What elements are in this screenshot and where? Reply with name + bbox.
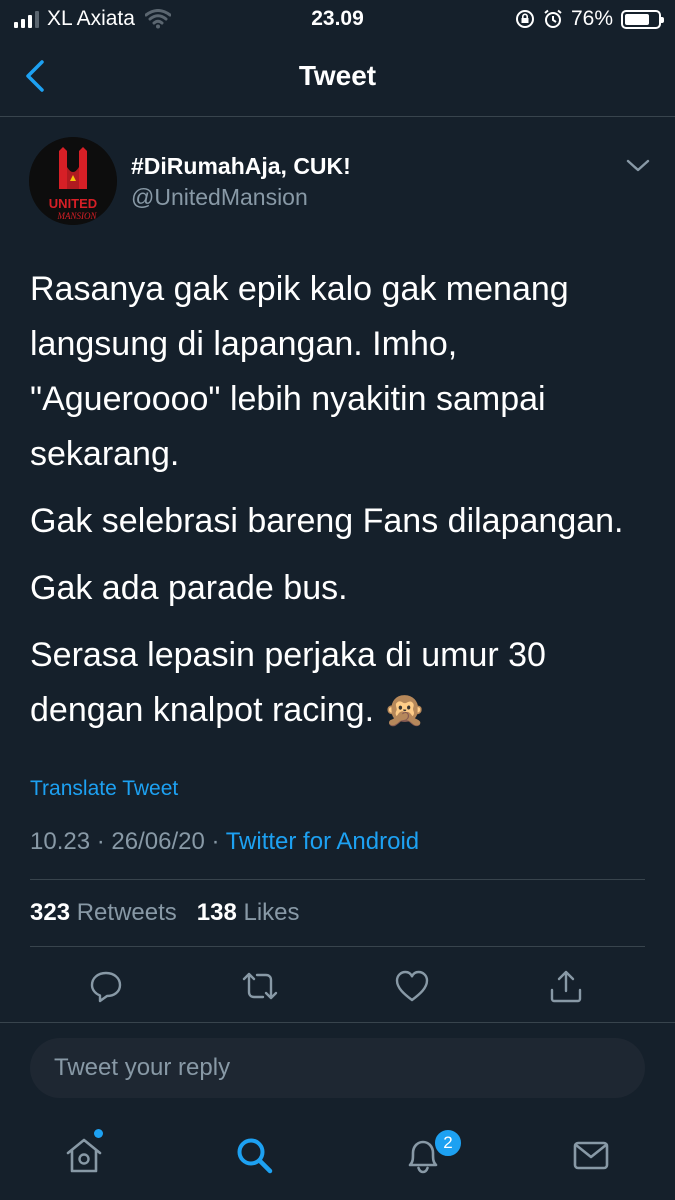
tweet-timestamp: 10.23 · 26/06/20 ·: [30, 828, 226, 855]
retweets-stat[interactable]: 323 Retweets: [30, 899, 177, 926]
author-name[interactable]: #DiRumahAja, CUK!: [131, 153, 351, 180]
tweet-source-link[interactable]: Twitter for Android: [226, 828, 419, 855]
battery-icon: [621, 9, 664, 29]
tab-messages[interactable]: [566, 1130, 616, 1180]
reply-button[interactable]: [82, 962, 130, 1010]
tweet-actions: [0, 962, 675, 1010]
share-button[interactable]: [542, 962, 590, 1010]
logo-text-bottom: MANSION: [57, 211, 98, 221]
retweets-label: Retweets: [76, 899, 177, 926]
tweet-paragraph: Serasa lepasin perjaka di umur 30 dengan…: [30, 636, 546, 729]
retweet-button[interactable]: [236, 962, 284, 1010]
divider: [0, 1022, 675, 1023]
heart-icon: [395, 970, 429, 1002]
rotation-lock-icon: [515, 10, 534, 28]
tweet-stats: 323 Retweets 138 Likes: [30, 899, 300, 927]
like-button[interactable]: [388, 962, 436, 1010]
tweet-paragraph: Gak ada parade bus.: [30, 569, 348, 607]
likes-count: 138: [196, 899, 237, 926]
logo-text-top: UNITED: [49, 196, 97, 211]
divider: [30, 879, 645, 880]
tweet-text: Rasanya gak epik kalo gak menang langsun…: [30, 262, 655, 750]
tweet-meta: 10.23 · 26/06/20 · Twitter for Android: [30, 828, 419, 856]
mail-icon: [573, 1141, 609, 1170]
battery-percent: 76%: [570, 7, 613, 30]
retweets-count: 323: [30, 899, 71, 926]
alarm-icon: [544, 9, 562, 28]
search-icon: [237, 1138, 273, 1174]
tab-bar: [0, 1110, 675, 1200]
divider: [30, 946, 645, 947]
tab-search[interactable]: [229, 1130, 279, 1180]
battery-fill: [625, 13, 649, 25]
notifications-badge: 2: [433, 1128, 463, 1158]
nav-bar: Tweet: [0, 38, 675, 117]
tweet-paragraph: Rasanya gak epik kalo gak menang langsun…: [30, 270, 569, 473]
tweet-paragraph: Gak selebrasi bareng Fans dilapangan.: [30, 502, 624, 540]
page-title: Tweet: [298, 60, 377, 91]
reply-box[interactable]: [30, 1038, 645, 1098]
tab-home[interactable]: [59, 1130, 109, 1180]
reply-input[interactable]: [52, 1053, 616, 1083]
share-icon: [550, 970, 582, 1003]
status-right: 76%: [515, 7, 664, 31]
new-content-dot: [94, 1129, 103, 1138]
likes-label: Likes: [243, 899, 300, 926]
avatar[interactable]: UNITED MANSION: [29, 137, 117, 225]
chevron-down-icon[interactable]: [624, 156, 652, 176]
reply-icon: [90, 971, 122, 1003]
retweet-icon: [242, 972, 278, 1000]
likes-stat[interactable]: 138 Likes: [197, 899, 300, 926]
home-icon: [66, 1138, 102, 1173]
translate-tweet-link[interactable]: Translate Tweet: [30, 777, 178, 801]
status-bar: XL Axiata 23.09 76%: [0, 0, 675, 38]
united-mansion-logo: UNITED MANSION: [29, 137, 117, 225]
author-handle[interactable]: @UnitedMansion: [131, 184, 308, 211]
